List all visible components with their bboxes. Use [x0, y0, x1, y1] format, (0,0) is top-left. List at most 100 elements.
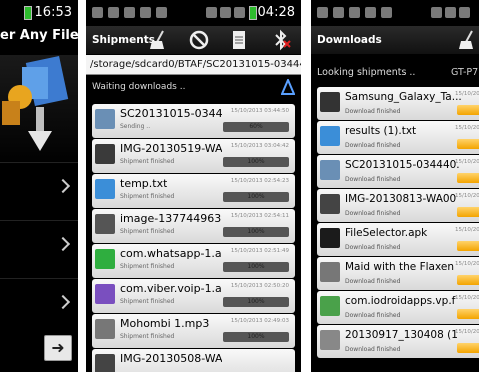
menu-row[interactable]: [0, 220, 78, 278]
menu-row[interactable]: [0, 162, 78, 220]
next-arrow-button[interactable]: ➜: [44, 335, 72, 361]
triangle-icon: [281, 79, 295, 95]
action-bar: Downloads: [311, 26, 479, 54]
bluetooth-off-icon[interactable]: [270, 29, 292, 51]
hero-illustration: [0, 55, 78, 167]
progress-percent: 100%: [247, 193, 265, 200]
progress-bar: [457, 139, 479, 149]
file-name: results (1).txt: [345, 125, 417, 137]
status-bar: [311, 0, 479, 26]
progress-percent: 100%: [247, 158, 265, 165]
status-clock: 04:28: [257, 5, 295, 20]
file-thumbnail-icon: [95, 144, 115, 164]
menu-row[interactable]: [0, 278, 78, 336]
download-row[interactable]: results (1).txt 15/10/20 Download finished: [317, 121, 479, 154]
status-text: Download finished: [345, 108, 401, 115]
shipment-row[interactable]: temp.txt 15/10/2013 02:54:23 Shipment fini…: [92, 174, 295, 208]
file-thumbnail-icon: [320, 126, 340, 146]
shipment-row[interactable]: image-13774496394... 15/10/2013 02:54:11 S…: [92, 209, 295, 243]
shipment-row[interactable]: SC20131015-0344406 15/10/2013 03:44:50 Sen…: [92, 104, 295, 138]
wifi-icon: [445, 7, 456, 18]
screen-main-menu: 16:53 er Any File) ➜: [0, 0, 78, 372]
progress-bar: [457, 241, 479, 251]
status-bar: 16:53: [0, 0, 78, 26]
download-row[interactable]: 20130917_130408 (1 15/10/20 Download finis…: [317, 325, 479, 358]
device-name: GT-P7: [451, 67, 479, 78]
timestamp: 15/10/2013 02:49:03: [230, 318, 289, 324]
progress-bar: 100%: [223, 262, 289, 272]
shipment-row[interactable]: IMG-20130519-WA0004 15/10/2013 03:04:42 Sh…: [92, 139, 295, 173]
progress-bar: [457, 343, 479, 353]
sd-icon: [381, 7, 392, 18]
image-icon: [124, 7, 135, 18]
progress-bar: 100%: [223, 192, 289, 202]
bluetooth-icon: [206, 7, 217, 18]
progress-bar: [457, 207, 479, 217]
progress-bar: 100%: [223, 332, 289, 342]
file-thumbnail-icon: [320, 228, 340, 248]
timestamp: 15/10/20: [455, 193, 479, 199]
progress-percent: 60%: [249, 123, 263, 130]
file-name: SC20131015-0344406: [120, 107, 222, 120]
download-row[interactable]: SC20131015-034440. 15/10/20 Download finis…: [317, 155, 479, 188]
file-name: FileSelector.apk: [345, 227, 428, 239]
signal-icon: [459, 7, 470, 18]
notification-icon: [92, 7, 103, 18]
file-thumbnail-icon: [95, 249, 115, 269]
broom-icon[interactable]: [457, 29, 479, 51]
status-text: Shipment finished: [120, 158, 175, 165]
progress-percent: 100%: [247, 333, 265, 340]
timestamp: 15/10/20: [455, 91, 479, 97]
file-name: com.whatsapp-1.apk: [120, 247, 222, 260]
progress-percent: 100%: [247, 298, 265, 305]
download-row[interactable]: Samsung_Galaxy_Ta... 15/10/20 Download fin…: [317, 87, 479, 120]
shipment-row[interactable]: IMG-20130508-WA0000: [92, 349, 295, 372]
broom-icon[interactable]: [148, 29, 170, 51]
timestamp: 15/10/2013 02:54:23: [230, 178, 289, 184]
path-field[interactable]: /storage/sdcard0/BTAF/SC20131015-034440.…: [86, 55, 301, 75]
cancel-icon[interactable]: [188, 29, 210, 51]
file-thumbnail-icon: [320, 160, 340, 180]
status-text: Shipment finished: [120, 298, 175, 305]
shipments-list: SC20131015-0344406 15/10/2013 03:44:50 Sen…: [92, 104, 295, 372]
shipment-row[interactable]: com.whatsapp-1.apk 15/10/2013 02:51:49 Shi…: [92, 244, 295, 278]
document-icon[interactable]: [228, 29, 250, 51]
chevron-right-icon: [55, 294, 71, 310]
file-thumbnail-icon: [320, 92, 340, 112]
timestamp: 15/10/20: [455, 329, 479, 335]
timestamp: 15/10/20: [455, 159, 479, 165]
file-thumbnail-icon: [95, 109, 115, 129]
progress-bar: 100%: [223, 227, 289, 237]
file-thumbnail-icon: [320, 330, 340, 350]
usb-icon: [333, 7, 344, 18]
screen-downloads: Downloads Looking shipments .. GT-P7 Sam…: [311, 0, 479, 372]
status-text: Download finished: [345, 176, 401, 183]
download-row[interactable]: Maid with the Flaxen 15/10/20 Download fin…: [317, 257, 479, 290]
download-icon: [365, 7, 376, 18]
shipment-row[interactable]: Mohombi 1.mp3 15/10/2013 02:49:03 Shipment…: [92, 314, 295, 348]
looking-label: Looking shipments ..: [317, 67, 416, 78]
download-row[interactable]: FileSelector.apk 15/10/20 Download finishe…: [317, 223, 479, 256]
file-thumbnail-icon: [95, 284, 115, 304]
shipment-row[interactable]: com.viber.voip-1.apk 15/10/2013 02:50:20 S…: [92, 279, 295, 313]
file-name: Maid with the Flaxen: [345, 261, 454, 273]
download-row[interactable]: IMG-20130813-WA00 15/10/20 Download finish…: [317, 189, 479, 222]
status-text: Download finished: [345, 142, 401, 149]
image-icon: [349, 7, 360, 18]
chevron-right-icon: [55, 178, 71, 194]
signal-icon: [234, 7, 245, 18]
download-row[interactable]: com.iodroidapps.vp.f 15/10/20 Download fin…: [317, 291, 479, 324]
file-name: image-13774496394...: [120, 212, 222, 225]
timestamp: 15/10/20: [455, 295, 479, 301]
file-thumbnail-icon: [320, 194, 340, 214]
file-name: 20130917_130408 (1: [345, 329, 458, 341]
progress-percent: 100%: [247, 263, 265, 270]
status-text: Shipment finished: [120, 193, 175, 200]
status-text: Shipment finished: [120, 263, 175, 270]
progress-bar: [457, 309, 479, 319]
file-thumbnail-icon: [95, 179, 115, 199]
battery-icon: [249, 6, 257, 20]
timestamp: 15/10/20: [455, 125, 479, 131]
file-thumbnail-icon: [320, 296, 340, 316]
status-text: Shipment finished: [120, 333, 175, 340]
